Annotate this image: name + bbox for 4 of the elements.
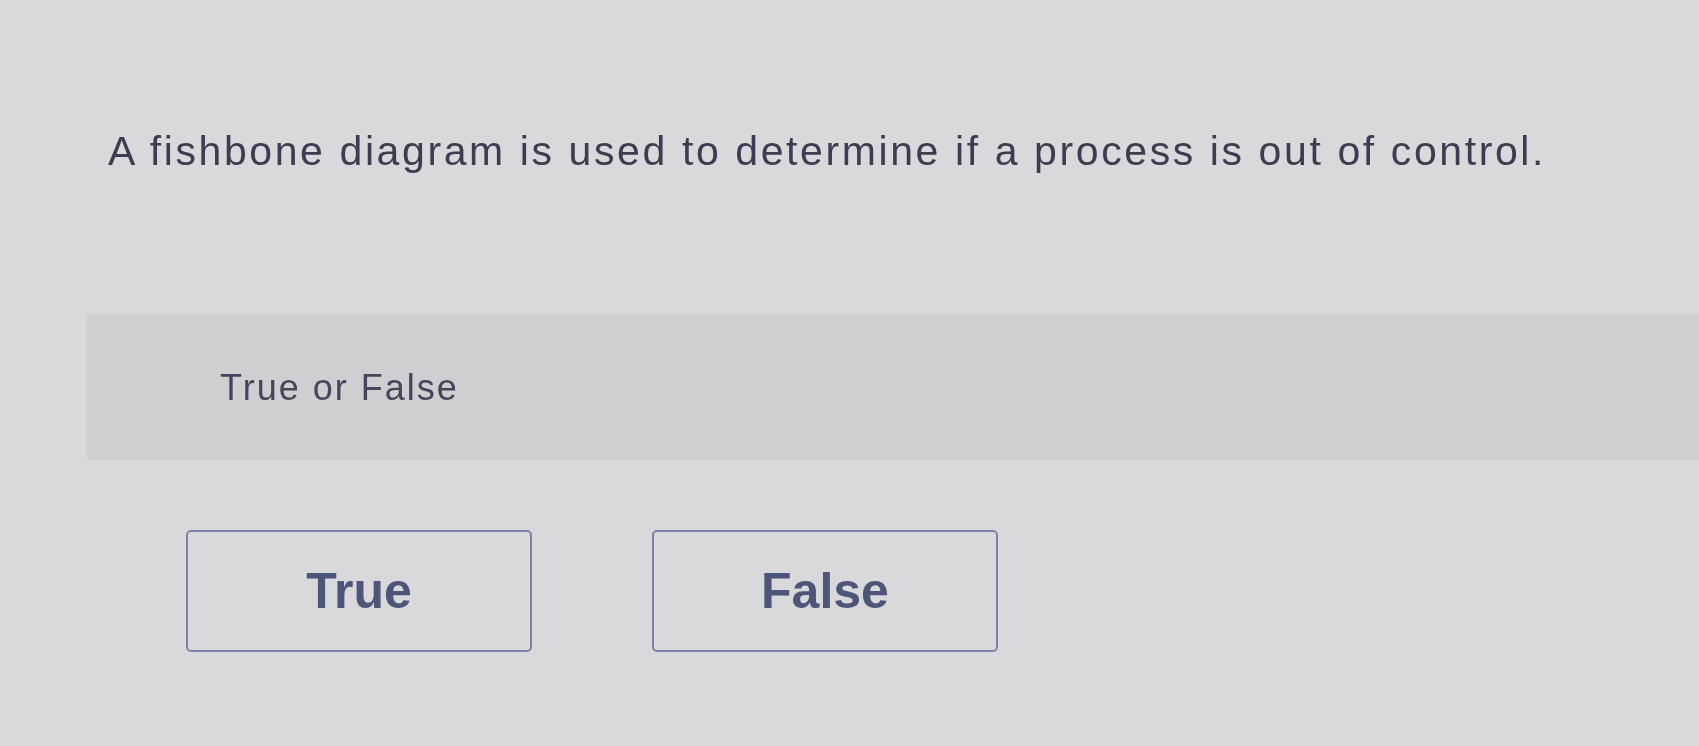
answer-button[interactable]: False xyxy=(652,530,998,652)
prompt-text: True or False xyxy=(220,366,459,410)
question-text: A fishbone diagram is used to determine if a process is out of control. xyxy=(108,127,1547,175)
answer-button[interactable]: True xyxy=(186,530,532,652)
